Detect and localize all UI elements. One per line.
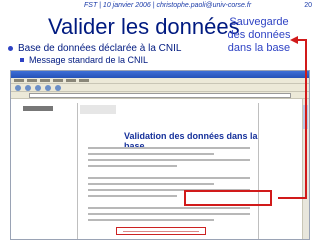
sub-bullet-item: Message standard de la CNIL <box>20 55 181 65</box>
bullet-dot-icon <box>8 46 13 51</box>
page-logo <box>80 105 116 114</box>
bullet-text: Base de données déclarée à la CNIL <box>18 43 182 54</box>
scrollbar <box>302 99 309 239</box>
browser-titlebar <box>11 71 309 78</box>
callout-line-2: des données <box>227 29 291 41</box>
page-number: 20 <box>304 2 312 9</box>
header-info: FST | 10 janvier 2006 | christophe.paoli… <box>84 2 252 9</box>
page-frame: Validation des données dans la base <box>77 103 259 239</box>
bullet-item: Base de données déclarée à la CNIL <box>8 43 181 54</box>
left-label <box>23 106 53 111</box>
scroll-thumb <box>303 105 308 129</box>
highlight-box <box>184 190 272 206</box>
back-icon <box>15 84 21 91</box>
callout-text: Sauvegarde des données dans la base <box>224 16 294 55</box>
callout-line-1: Sauvegarde <box>229 16 289 28</box>
page-body-text <box>88 147 250 225</box>
browser-toolbar <box>11 84 309 92</box>
slide-title: Valider les données <box>48 14 240 39</box>
refresh-icon <box>45 84 51 91</box>
stop-icon <box>35 84 41 91</box>
callout-line-3: dans la base <box>227 42 291 54</box>
sub-bullet-text: Message standard de la CNIL <box>29 55 149 65</box>
forward-icon <box>25 84 31 91</box>
home-icon <box>55 84 61 91</box>
bullet-square-icon <box>20 58 24 62</box>
browser-content: Validation des données dans la base <box>11 99 309 239</box>
browser-screenshot: Validation des données dans la base <box>10 70 310 240</box>
confirmation-message-box <box>116 227 206 235</box>
address-bar <box>11 92 309 99</box>
bullet-list: Base de données déclarée à la CNIL Messa… <box>8 43 181 65</box>
